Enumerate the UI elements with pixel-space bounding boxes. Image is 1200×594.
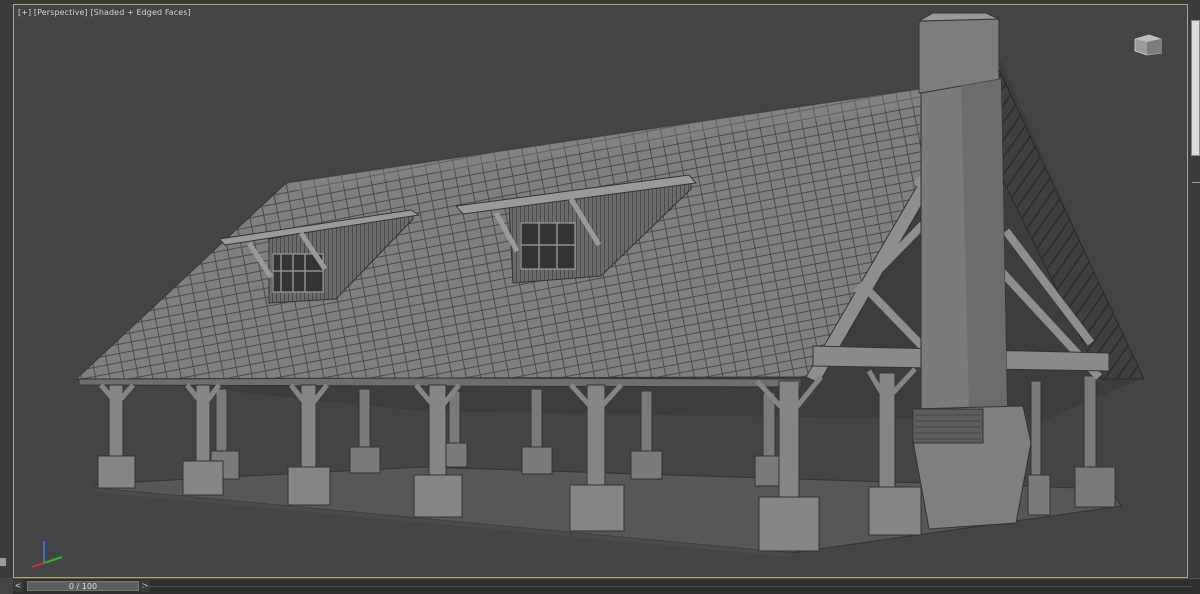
panel-divider	[1192, 182, 1200, 183]
pavilion-model[interactable]	[14, 5, 1188, 578]
time-slider-bar: < 0 / 100 >	[13, 578, 1200, 594]
command-panel-strip	[1188, 0, 1200, 593]
command-panel[interactable]	[1191, 20, 1200, 156]
time-slider[interactable]: 0 / 100	[27, 581, 139, 591]
view-cube-icon[interactable]	[1133, 31, 1163, 57]
perspective-viewport[interactable]: [+] [Perspective] [Shaded + Edged Faces]	[13, 4, 1188, 578]
frame-counter: 0 / 100	[68, 582, 98, 591]
left-toolbar-strip	[0, 0, 13, 578]
axis-tripod-icon	[31, 541, 63, 568]
prev-frame-button[interactable]: <	[13, 580, 23, 592]
left-toolbar-handle[interactable]	[0, 558, 6, 566]
timeline-ruler[interactable]	[143, 586, 1193, 587]
